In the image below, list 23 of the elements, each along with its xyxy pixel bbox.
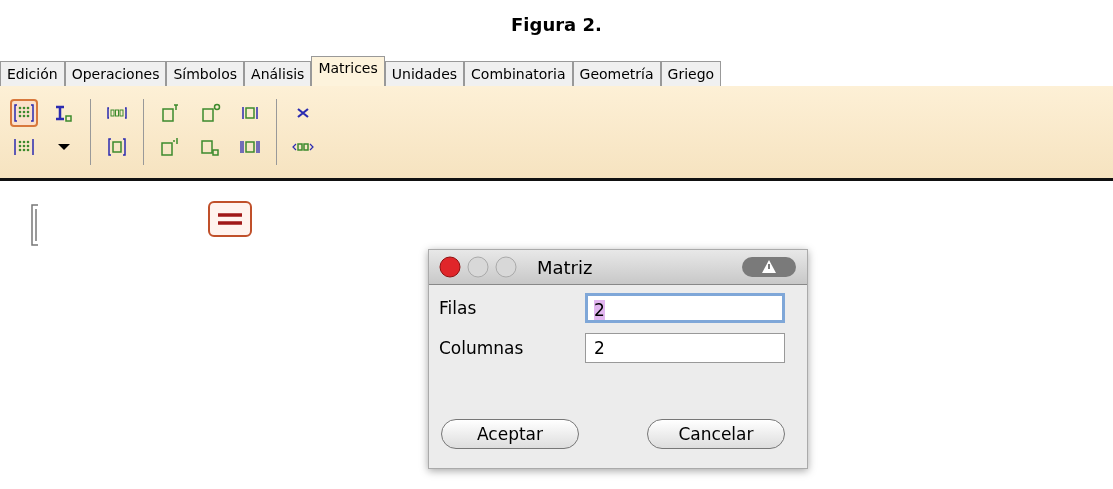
tab[interactable]: Análisis [244,61,312,86]
tab[interactable]: Combinatoria [464,61,573,86]
tab[interactable]: Edición [0,61,65,86]
input-field[interactable]: 2 [585,293,785,323]
column-vector-icon [105,135,129,159]
tab[interactable]: Operaciones [64,61,167,86]
dialog-button[interactable]: Cancelar [647,419,785,449]
matrix-icon [12,101,36,125]
tab[interactable]: Griego [660,61,722,86]
close-icon[interactable] [439,256,461,278]
dropdown-icon [58,144,70,150]
tab[interactable]: Símbolos [166,61,245,86]
field-label: Columnas [439,338,524,358]
tab[interactable]: Unidades [384,61,465,86]
figure-caption: Figura 2. [510,13,603,37]
equals-button[interactable] [208,201,252,237]
warning-icon [741,256,797,278]
tab[interactable]: Geometría [572,61,661,86]
field-label: Filas [439,298,477,318]
tab[interactable]: Matrices [311,56,385,86]
dialog-button[interactable]: Aceptar [441,419,579,449]
input-field[interactable]: 2 [585,333,785,363]
dialog-title: Matriz [537,256,594,278]
